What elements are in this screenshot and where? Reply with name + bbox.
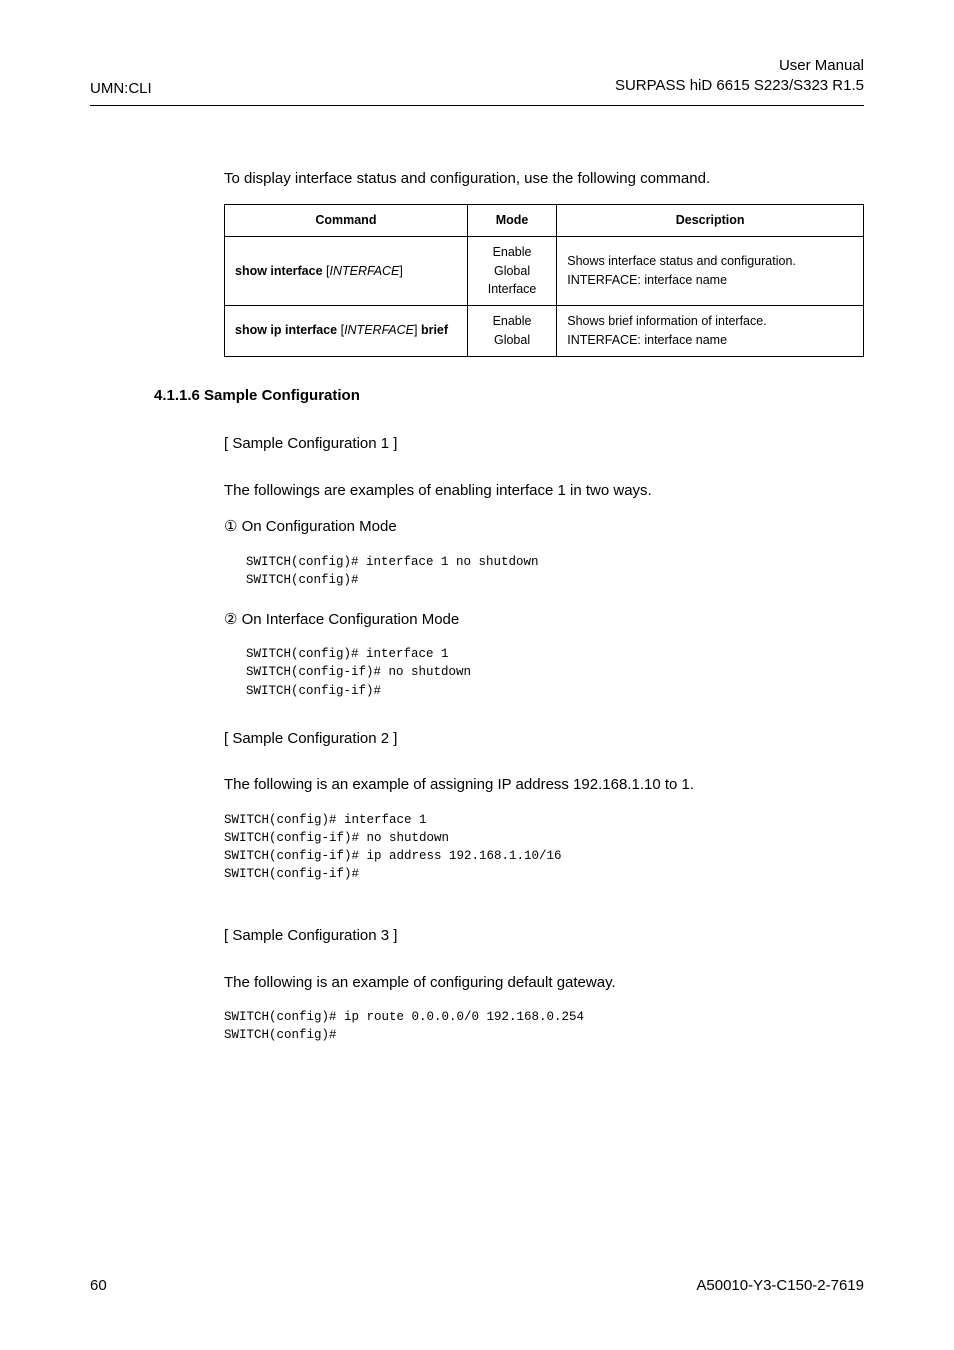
header-right-line1: User Manual — [615, 56, 864, 76]
code-line: SWITCH(config)# — [224, 1026, 864, 1044]
cmd-arg: INTERFACE — [329, 264, 399, 278]
code-line: SWITCH(config-if)# no shutdown — [224, 829, 864, 847]
code-line: SWITCH(config-if)# — [246, 682, 864, 700]
mode-line: Global — [478, 331, 546, 350]
footer-doc-id: A50010-Y3-C150-2-7619 — [696, 1277, 864, 1294]
mode-line: Interface — [478, 280, 546, 299]
table-row: show ip interface [INTERFACE] brief Enab… — [225, 306, 864, 357]
header-left: UMN:CLI — [90, 80, 152, 97]
page-header: UMN:CLI User Manual SURPASS hiD 6615 S22… — [90, 56, 864, 103]
cmd-cell: show interface [INTERFACE] — [225, 236, 468, 305]
desc-line: INTERFACE: interface name — [567, 331, 853, 350]
sample1-label: [ Sample Configuration 1 ] — [224, 433, 864, 456]
subsection-title: 4.1.1.6 Sample Configuration — [154, 385, 864, 408]
code-line: SWITCH(config)# — [246, 571, 864, 589]
code-line: SWITCH(config)# interface 1 no shutdown — [246, 553, 864, 571]
sample1-bullet1: ① On Configuration Mode — [224, 516, 864, 539]
sample2-desc: The following is an example of assigning… — [224, 774, 864, 797]
code-line: SWITCH(config-if)# no shutdown — [246, 663, 864, 681]
mode-line: Global — [478, 262, 546, 281]
table-row: show interface [INTERFACE] Enable Global… — [225, 236, 864, 305]
code-block: SWITCH(config)# interface 1 no shutdown … — [224, 553, 864, 589]
page-footer: 60 A50010-Y3-C150-2-7619 — [90, 1277, 864, 1294]
th-description: Description — [557, 205, 864, 237]
code-block: SWITCH(config)# interface 1 SWITCH(confi… — [224, 811, 864, 884]
mode-line: Enable — [478, 312, 546, 331]
code-block: SWITCH(config)# ip route 0.0.0.0/0 192.1… — [224, 1008, 864, 1044]
mode-cell: Enable Global — [467, 306, 556, 357]
page-content: To display interface status and configur… — [90, 106, 864, 1045]
mode-line: Enable — [478, 243, 546, 262]
cmd-arg: INTERFACE — [344, 323, 414, 337]
code-line: SWITCH(config)# interface 1 — [246, 645, 864, 663]
th-mode: Mode — [467, 205, 556, 237]
th-command: Command — [225, 205, 468, 237]
sample1-desc: The followings are examples of enabling … — [224, 480, 864, 503]
code-line: SWITCH(config-if)# — [224, 865, 864, 883]
desc-line: INTERFACE: interface name — [567, 271, 853, 290]
cmd-text: show interface — [235, 264, 326, 278]
command-table: Command Mode Description show interface … — [224, 204, 864, 357]
cmd-text: show ip interface — [235, 323, 341, 337]
desc-line: Shows interface status and configuration… — [567, 252, 853, 271]
sample2-label: [ Sample Configuration 2 ] — [224, 728, 864, 751]
sample1-bullet2: ② On Interface Configuration Mode — [224, 609, 864, 632]
header-right-line2: SURPASS hiD 6615 S223/S323 R1.5 — [615, 76, 864, 96]
code-line: SWITCH(config-if)# ip address 192.168.1.… — [224, 847, 864, 865]
code-block: SWITCH(config)# interface 1 SWITCH(confi… — [224, 645, 864, 699]
intro-text: To display interface status and configur… — [224, 168, 864, 191]
sample3-desc: The following is an example of configuri… — [224, 972, 864, 995]
table-header-row: Command Mode Description — [225, 205, 864, 237]
cmd-text: brief — [417, 323, 448, 337]
code-line: SWITCH(config)# interface 1 — [224, 811, 864, 829]
desc-cell: Shows interface status and configuration… — [557, 236, 864, 305]
sample3-label: [ Sample Configuration 3 ] — [224, 925, 864, 948]
desc-cell: Shows brief information of interface. IN… — [557, 306, 864, 357]
desc-line: Shows brief information of interface. — [567, 312, 853, 331]
cmd-cell: show ip interface [INTERFACE] brief — [225, 306, 468, 357]
mode-cell: Enable Global Interface — [467, 236, 556, 305]
code-line: SWITCH(config)# ip route 0.0.0.0/0 192.1… — [224, 1008, 864, 1026]
bracket-close: ] — [399, 264, 402, 278]
header-right: User Manual SURPASS hiD 6615 S223/S323 R… — [615, 56, 864, 97]
footer-page-number: 60 — [90, 1277, 107, 1294]
